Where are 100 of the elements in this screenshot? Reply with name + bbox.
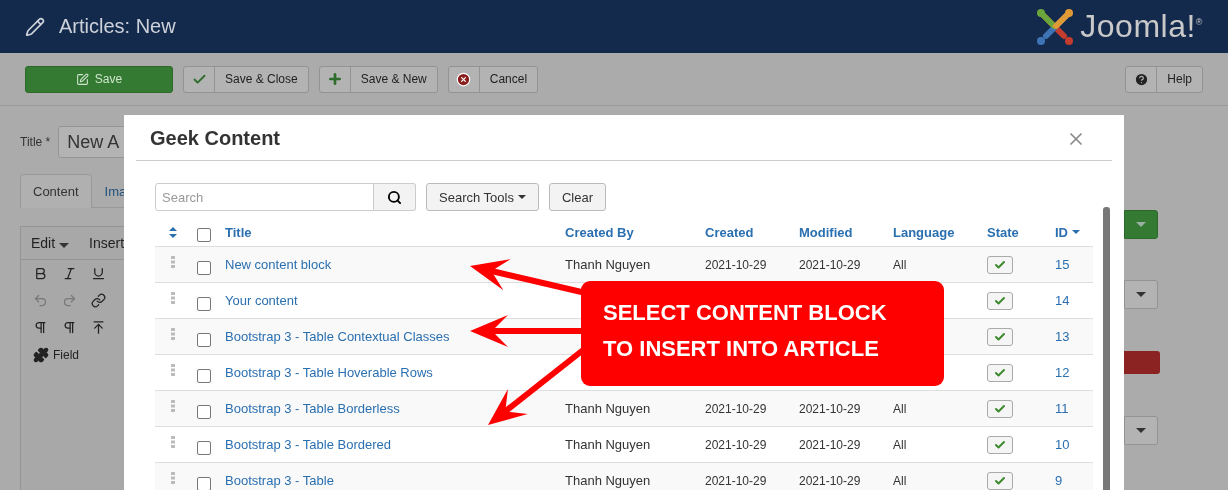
logo-icon: [1036, 7, 1075, 46]
drag-handle-icon[interactable]: [170, 291, 175, 304]
search-button[interactable]: [374, 183, 416, 211]
search-icon: [387, 189, 402, 205]
id-link[interactable]: 11: [1048, 401, 1069, 416]
article-link[interactable]: Your content: [218, 293, 298, 308]
table-cell-text: All: [892, 473, 907, 488]
italic-icon[interactable]: [62, 266, 77, 281]
checkbox[interactable]: [197, 260, 211, 275]
column-header[interactable]: Modified: [792, 224, 853, 240]
search-field[interactable]: Search: [155, 183, 374, 211]
column-header[interactable]: Title: [218, 224, 252, 240]
article-link[interactable]: Bootstrap 3 - Table Borderless: [218, 401, 400, 416]
article-link[interactable]: Bootstrap 3 - Table Bordered: [218, 437, 391, 452]
table-cell-text: Thanh Nguyen: [564, 257, 651, 272]
redo-icon[interactable]: [62, 293, 77, 308]
clear-button[interactable]: Clear: [548, 183, 606, 211]
check-icon: [994, 474, 1006, 487]
save-button[interactable]: Save: [25, 65, 173, 93]
puzzle-icon: [33, 347, 49, 363]
scrollbar[interactable]: [1103, 207, 1110, 490]
id-link[interactable]: 15: [1048, 257, 1070, 272]
table-cell-text: 2021-10-29: [704, 257, 767, 272]
state-toggle[interactable]: [987, 399, 1013, 418]
column-header[interactable]: Created By: [558, 224, 634, 240]
plus-icon: [326, 71, 343, 87]
tab[interactable]: Content: [20, 174, 92, 208]
check-icon: [994, 438, 1006, 451]
column-header[interactable]: State: [980, 224, 1019, 240]
table-cell-text: 2021-10-29: [704, 437, 767, 452]
checkbox[interactable]: [197, 332, 211, 347]
pencil-icon: [25, 16, 45, 37]
select-toggle[interactable]: [1124, 416, 1158, 445]
check-icon: [994, 366, 1006, 379]
table-cell-text: Thanh Nguyen: [564, 473, 651, 488]
menu-item[interactable]: Insert: [89, 235, 125, 251]
table-cell-text: 2021-10-29: [798, 473, 861, 488]
help-button[interactable]: Help: [1125, 65, 1203, 93]
toolbar-button[interactable]: Save & Close: [183, 65, 309, 93]
column-header[interactable]: Created: [698, 224, 754, 240]
state-toggle[interactable]: [987, 327, 1013, 346]
checkbox[interactable]: [197, 228, 211, 242]
select-toggle[interactable]: [1124, 280, 1158, 309]
toolbar-button[interactable]: Save & New: [318, 65, 438, 93]
field-button[interactable]: Field: [33, 347, 79, 363]
check-icon: [994, 330, 1006, 343]
table-cell-text: 2021-10-29: [798, 401, 861, 416]
table-cell-text: 2021-10-29: [798, 437, 861, 452]
paragraph-icon[interactable]: [33, 320, 48, 335]
article-link[interactable]: Bootstrap 3 - Table Hoverable Rows: [218, 365, 433, 380]
state-toggle[interactable]: [987, 255, 1013, 274]
table-cell-text: 2021-10-29: [704, 401, 767, 416]
checkbox[interactable]: [197, 404, 211, 419]
table-cell-text: Thanh Nguyen: [564, 401, 651, 416]
dropdown-toggle[interactable]: [1124, 210, 1158, 239]
checkbox[interactable]: [197, 440, 211, 455]
drag-handle-icon[interactable]: [170, 255, 175, 268]
article-link[interactable]: Bootstrap 3 - Table: [218, 473, 334, 488]
state-toggle[interactable]: [987, 363, 1013, 382]
article-link[interactable]: Bootstrap 3 - Table Contextual Classes: [218, 329, 450, 344]
toolbar-button[interactable]: Cancel: [447, 65, 539, 93]
undo-icon[interactable]: [33, 293, 48, 308]
column-header[interactable]: Language: [886, 224, 955, 240]
state-toggle[interactable]: [987, 291, 1013, 310]
state-toggle[interactable]: [987, 435, 1013, 454]
sort-icon[interactable]: [168, 226, 177, 238]
id-link[interactable]: 9: [1048, 473, 1063, 488]
drag-handle-icon[interactable]: [170, 327, 175, 340]
help-icon: [1133, 71, 1149, 87]
menu-item[interactable]: Edit: [31, 235, 69, 251]
drag-handle-icon[interactable]: [170, 363, 175, 376]
table-cell-text: 2021-10-29: [798, 257, 861, 272]
drag-handle-icon[interactable]: [170, 399, 175, 412]
table-cell-text: Thanh Nguyen: [564, 437, 651, 452]
state-toggle[interactable]: [987, 471, 1013, 490]
drag-handle-icon[interactable]: [170, 435, 175, 448]
drag-handle-icon[interactable]: [170, 471, 175, 484]
cancel-icon: [456, 71, 472, 87]
check-icon: [994, 294, 1006, 307]
check-icon: [994, 258, 1006, 271]
id-link[interactable]: 14: [1048, 293, 1070, 308]
table-cell-text: 2021-10-29: [704, 473, 767, 488]
article-link[interactable]: New content block: [218, 257, 332, 272]
id-link[interactable]: 12: [1048, 365, 1070, 380]
checkbox[interactable]: [197, 368, 211, 383]
underline-icon[interactable]: [91, 266, 106, 281]
paragraph-icon[interactable]: [62, 320, 77, 335]
check-icon: [994, 402, 1006, 415]
checkbox[interactable]: [197, 476, 211, 490]
table-cell-text: All: [892, 437, 907, 452]
id-link[interactable]: 10: [1048, 437, 1070, 452]
upload-icon[interactable]: [91, 320, 106, 335]
search-tools-button[interactable]: Search Tools: [426, 183, 539, 211]
bold-icon[interactable]: [33, 266, 48, 281]
checkbox[interactable]: [197, 296, 211, 311]
column-header[interactable]: ID: [1048, 224, 1080, 240]
modal-title: Geek Content: [150, 127, 281, 150]
id-link[interactable]: 13: [1048, 329, 1070, 344]
table-cell-text: All: [892, 401, 907, 416]
link-icon[interactable]: [91, 293, 106, 308]
